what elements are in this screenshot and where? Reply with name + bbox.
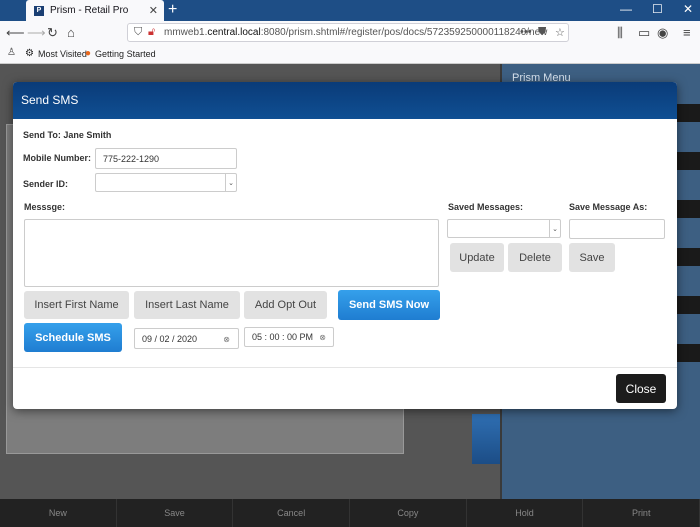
firefox-icon: ● — [85, 48, 92, 59]
bottom-save-button[interactable]: Save — [117, 499, 234, 527]
insert-first-name-button[interactable]: Insert First Name — [24, 291, 129, 319]
bookmark-label: Most Visited — [37, 48, 87, 59]
library-icon[interactable]: ⫼ — [617, 25, 623, 41]
side-menu-button[interactable] — [674, 104, 700, 122]
schedule-time-input[interactable]: 05 : 00 : 00 PM ⊗ — [244, 327, 334, 347]
bookmarks-bar: ♙ ⚙ Most Visited ● Getting Started — [0, 44, 700, 64]
app-bottom-bar: New Save Cancel Copy Hold Print — [0, 499, 700, 527]
schedule-date-value: 09 / 02 / 2020 — [142, 333, 198, 344]
new-tab-icon[interactable]: + — [168, 1, 177, 19]
url-domain: central.local — [207, 27, 261, 38]
minimize-icon[interactable]: — — [620, 2, 632, 16]
message-label: Messsge: — [24, 202, 66, 212]
side-tile[interactable] — [472, 414, 500, 464]
side-menu-button[interactable] — [674, 296, 700, 314]
page-actions-icon[interactable]: ••• — [520, 26, 532, 38]
mobile-number-input[interactable]: 775-222-1290 — [95, 148, 237, 169]
bottom-hold-button[interactable]: Hold — [467, 499, 584, 527]
bookmarks-user-icon[interactable]: ♙ — [7, 47, 16, 58]
browser-tab-strip: P Prism - Retail Pro ✕ + — ☐ ✕ — [0, 0, 700, 21]
bottom-new-button[interactable]: New — [0, 499, 117, 527]
add-opt-out-button[interactable]: Add Opt Out — [244, 291, 327, 319]
sender-id-label: Sender ID: — [23, 179, 69, 189]
gear-icon: ⚙ — [25, 48, 34, 59]
message-textarea[interactable] — [24, 219, 439, 287]
side-menu-button[interactable] — [674, 344, 700, 362]
pocket-icon[interactable]: ⛊ — [538, 26, 546, 39]
bottom-cancel-button[interactable]: Cancel — [233, 499, 351, 527]
send-to-label: Send To: Jane Smith — [23, 130, 112, 140]
shield-icon[interactable]: ⛉ — [134, 26, 142, 39]
close-button[interactable]: Close — [616, 374, 666, 403]
insecure-lock-icon[interactable]: 🔓︎ — [148, 26, 155, 39]
saved-messages-select[interactable]: ⌄ — [447, 219, 561, 238]
reload-icon[interactable]: ↻ — [47, 25, 58, 41]
bookmark-getting-started[interactable]: ● Getting Started — [85, 48, 156, 59]
chevron-down-icon: ⌄ — [549, 220, 560, 237]
clear-date-icon[interactable]: ⊗ — [223, 335, 230, 344]
window-close-icon[interactable]: ✕ — [683, 2, 693, 16]
send-sms-now-button[interactable]: Send SMS Now — [338, 290, 440, 320]
bottom-print-button[interactable]: Print — [583, 499, 700, 527]
schedule-time-value: 05 : 00 : 00 PM — [252, 332, 314, 342]
schedule-sms-button[interactable]: Schedule SMS — [24, 323, 122, 352]
bookmark-label: Getting Started — [95, 48, 156, 59]
menu-icon[interactable]: ≡ — [683, 25, 691, 40]
save-message-as-input[interactable] — [569, 219, 665, 239]
tab-title: Prism - Retail Pro — [50, 5, 129, 16]
save-message-as-label: Save Message As: — [569, 202, 648, 212]
browser-navbar: ⟵ ⟶ ↻ ⌂ ⛉ 🔓︎ mmweb1. central.local:8080/p… — [0, 21, 700, 44]
home-icon[interactable]: ⌂ — [67, 25, 75, 40]
insert-last-name-button[interactable]: Insert Last Name — [134, 291, 240, 319]
maximize-icon[interactable]: ☐ — [652, 2, 663, 16]
bookmark-most-visited[interactable]: ⚙ Most Visited — [25, 48, 87, 59]
forward-icon[interactable]: ⟶ — [27, 25, 46, 41]
url-path: :8080/prism.shtml#/register/pos/docs/572… — [260, 27, 548, 38]
sender-id-select[interactable]: ⌄ — [95, 173, 237, 192]
chevron-down-icon: ⌄ — [225, 174, 236, 191]
side-menu-button[interactable] — [674, 248, 700, 266]
url-prefix: mmweb1. — [164, 27, 208, 38]
address-bar[interactable]: ⛉ 🔓︎ mmweb1. central.local:8080/prism.sht… — [127, 23, 569, 42]
side-menu-button[interactable] — [674, 152, 700, 170]
prism-favicon-icon: P — [34, 5, 44, 16]
browser-tab[interactable]: P Prism - Retail Pro ✕ — [26, 0, 164, 21]
account-icon[interactable]: ◉ — [657, 25, 668, 41]
saved-messages-label: Saved Messages: — [448, 202, 524, 212]
schedule-date-input[interactable]: 09 / 02 / 2020 ⊗ — [134, 328, 239, 349]
clear-time-icon[interactable]: ⊗ — [319, 333, 326, 342]
modal-divider — [13, 367, 677, 368]
tab-close-icon[interactable]: ✕ — [149, 4, 158, 17]
sidebar-icon[interactable]: ▭ — [638, 25, 650, 41]
bottom-copy-button[interactable]: Copy — [350, 499, 467, 527]
back-icon[interactable]: ⟵ — [6, 25, 25, 41]
send-sms-modal: Send SMS Send To: Jane Smith Mobile Numb… — [13, 82, 677, 409]
update-button[interactable]: Update — [450, 243, 504, 272]
save-message-button[interactable]: Save — [569, 243, 615, 272]
side-menu-button[interactable] — [674, 200, 700, 218]
delete-button[interactable]: Delete — [508, 243, 562, 272]
bookmark-star-icon[interactable]: ☆ — [555, 26, 565, 39]
modal-title: Send SMS — [13, 82, 677, 119]
mobile-number-label: Mobile Number: — [23, 153, 92, 163]
